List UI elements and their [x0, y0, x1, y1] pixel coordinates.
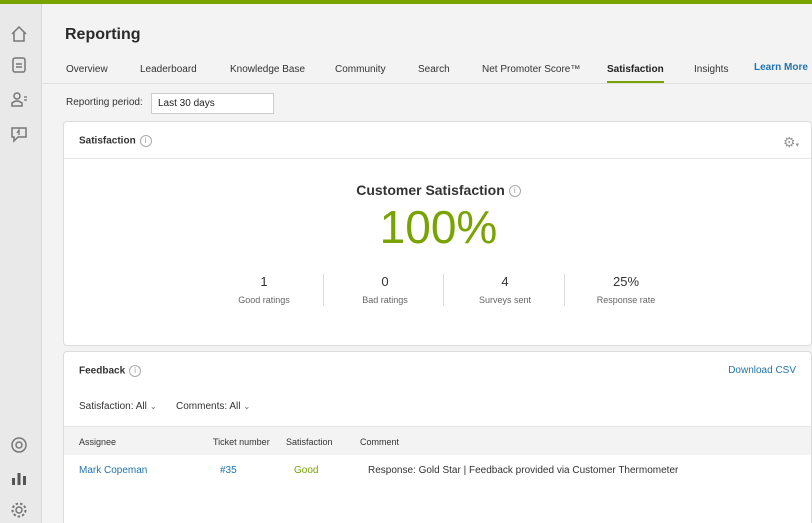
- feedback-card-title: Feedback i: [79, 365, 142, 377]
- column-header-assignee[interactable]: Assignee: [79, 437, 116, 447]
- info-icon[interactable]: i: [508, 185, 521, 198]
- csat-title-text: Customer Satisfaction: [356, 182, 505, 198]
- stat-value: 4: [501, 274, 509, 289]
- home-icon[interactable]: [9, 24, 29, 44]
- stat-label: Bad ratings: [362, 295, 408, 305]
- download-csv-link[interactable]: Download CSV: [728, 365, 796, 376]
- satisfaction-value: Good: [294, 465, 319, 476]
- stat-value: 1: [260, 274, 268, 289]
- comments-filter[interactable]: Comments: All ⌄: [176, 401, 250, 412]
- tab-net-promoter-score[interactable]: Net Promoter Score™: [482, 64, 580, 75]
- tab-leaderboard[interactable]: Leaderboard: [140, 64, 197, 75]
- tab-community[interactable]: Community: [335, 64, 386, 75]
- page-title: Reporting: [65, 26, 141, 43]
- gear-icon[interactable]: ⚙▾: [783, 134, 799, 151]
- info-icon[interactable]: i: [139, 135, 152, 147]
- chevron-down-icon: ⌄: [243, 402, 251, 411]
- stat-label: Good ratings: [238, 295, 290, 305]
- learn-more-link[interactable]: Learn More: [754, 62, 808, 73]
- column-header-comment[interactable]: Comment: [360, 437, 399, 447]
- stat-value: 0: [381, 274, 389, 289]
- tab-satisfaction[interactable]: Satisfaction: [607, 64, 664, 83]
- stat-divider: [564, 274, 565, 306]
- main-content: Reporting Overview Leaderboard Knowledge…: [43, 4, 812, 523]
- stat-bad-ratings: 0 Bad ratings: [325, 274, 445, 305]
- comment-text: Response: Gold Star | Feedback provided …: [368, 465, 679, 476]
- satisfaction-filter-label: Satisfaction: All: [79, 401, 147, 412]
- stat-divider: [323, 274, 324, 306]
- csat-title: Customer Satisfaction i: [64, 182, 812, 198]
- stat-response-rate: 25% Response rate: [566, 274, 686, 305]
- comments-filter-label: Comments: All: [176, 401, 241, 412]
- tab-search[interactable]: Search: [418, 64, 450, 75]
- chevron-down-icon: ⌄: [149, 402, 157, 411]
- stat-divider: [443, 274, 444, 306]
- tab-overview[interactable]: Overview: [66, 64, 108, 75]
- stat-value: 25%: [612, 274, 640, 289]
- tickets-icon[interactable]: [9, 55, 29, 75]
- tab-knowledge-base[interactable]: Knowledge Base: [230, 64, 305, 75]
- help-center-icon[interactable]: [9, 435, 29, 455]
- stat-good-ratings: 1 Good ratings: [204, 274, 324, 305]
- stat-surveys-sent: 4 Surveys sent: [445, 274, 565, 305]
- reporting-period-select[interactable]: Last 30 days: [151, 93, 274, 114]
- users-icon[interactable]: [9, 89, 29, 109]
- reporting-icon[interactable]: [9, 468, 29, 488]
- sidebar: [0, 4, 42, 523]
- assignee-link[interactable]: Mark Copeman: [79, 465, 147, 476]
- stat-label: Surveys sent: [478, 295, 532, 305]
- satisfaction-card-title: Satisfaction i: [79, 135, 152, 147]
- column-header-satisfaction[interactable]: Satisfaction: [286, 437, 333, 447]
- satisfaction-filter[interactable]: Satisfaction: All ⌄: [79, 401, 157, 412]
- tab-insights[interactable]: Insights: [694, 64, 728, 75]
- satisfaction-card: Satisfaction i ⚙▾ Customer Satisfaction i …: [63, 121, 812, 346]
- csat-value: 100%: [379, 201, 498, 253]
- report-tabs: Overview Leaderboard Knowledge Base Comm…: [43, 56, 812, 84]
- stat-label: Response rate: [596, 295, 656, 305]
- info-icon[interactable]: i: [129, 365, 142, 377]
- satisfaction-title-text: Satisfaction: [79, 135, 136, 147]
- ticket-link[interactable]: #35: [220, 465, 237, 476]
- satisfaction-card-header: Satisfaction i ⚙▾: [64, 122, 811, 159]
- table-header: Assignee Ticket number Satisfaction Comm…: [64, 426, 811, 455]
- settings-icon[interactable]: [9, 500, 29, 520]
- chat-icon[interactable]: [9, 124, 29, 144]
- feedback-title-text: Feedback: [79, 365, 126, 377]
- feedback-card: Feedback i Download CSV Satisfaction: All…: [63, 351, 812, 523]
- reporting-period-label: Reporting period:: [66, 97, 143, 108]
- column-header-ticket-number[interactable]: Ticket number: [213, 437, 270, 447]
